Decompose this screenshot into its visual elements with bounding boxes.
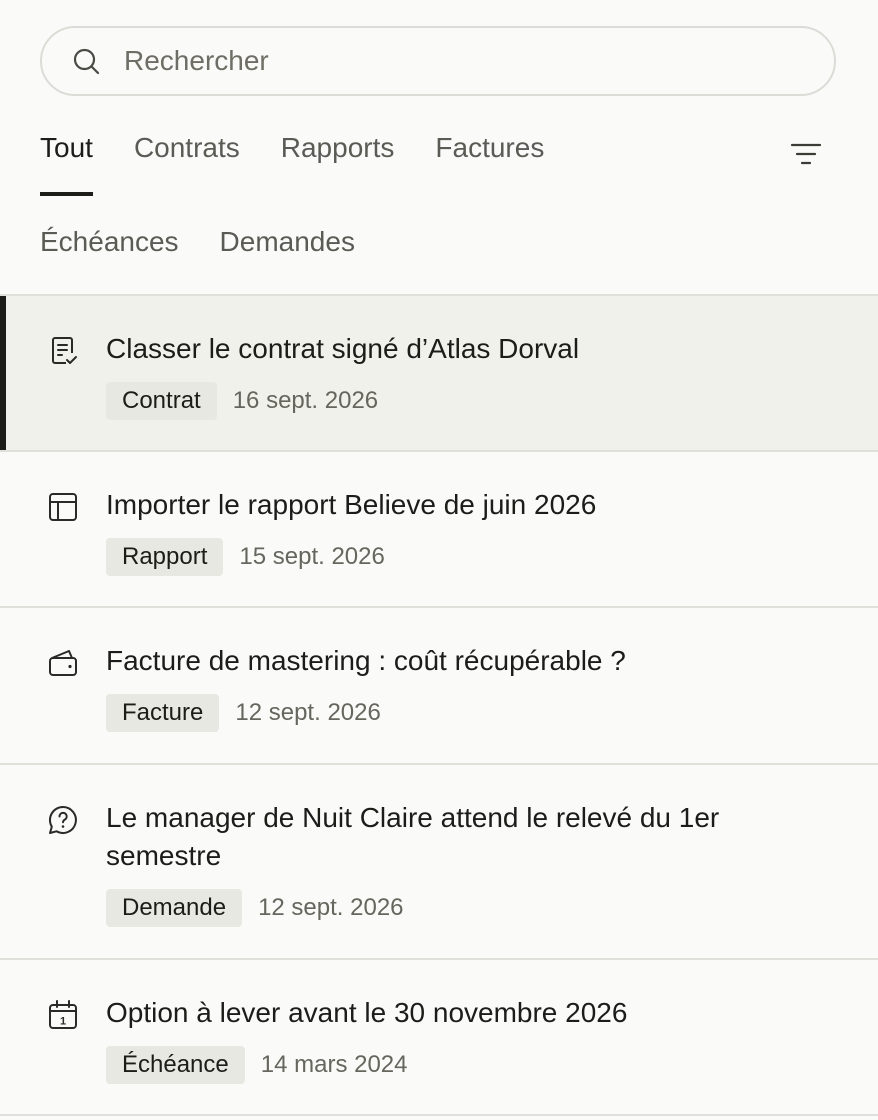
tab-rapports[interactable]: Rapports bbox=[281, 132, 395, 194]
tabs-row-1: Tout Contrats Rapports Factures bbox=[40, 132, 585, 196]
item-title: Option à lever avant le 30 novembre 2026 bbox=[106, 997, 628, 1028]
tab-demandes[interactable]: Demandes bbox=[220, 226, 355, 288]
type-badge: Facture bbox=[106, 694, 220, 732]
item-title: Le manager de Nuit Claire attend le rele… bbox=[106, 802, 720, 871]
tab-tout[interactable]: Tout bbox=[40, 132, 93, 196]
list-item[interactable]: Le manager de Nuit Claire attend le rele… bbox=[0, 765, 878, 960]
search-input[interactable] bbox=[122, 44, 726, 78]
item-title: Classer le contrat signé d’Atlas Dorval bbox=[106, 333, 580, 364]
list-item[interactable]: Importer le rapport Believe de juin 2026… bbox=[0, 452, 878, 608]
svg-text:1: 1 bbox=[60, 1016, 66, 1028]
task-list: Classer le contrat signé d’Atlas Dorval … bbox=[0, 294, 878, 1116]
list-item[interactable]: 1 Option à lever avant le 30 novembre 20… bbox=[0, 960, 878, 1116]
type-badge: Échéance bbox=[106, 1046, 245, 1084]
calendar-icon: 1 bbox=[49, 1000, 77, 1029]
item-date: 16 sept. 2026 bbox=[232, 387, 379, 414]
tab-echeances[interactable]: Échéances bbox=[40, 226, 179, 288]
type-badge: Rapport bbox=[106, 538, 224, 576]
type-badge: Contrat bbox=[106, 382, 217, 420]
type-badge: Demande bbox=[106, 889, 243, 927]
tabs-row-2: Échéances Demandes bbox=[40, 226, 396, 288]
item-date: 12 sept. 2026 bbox=[235, 699, 381, 726]
search-icon bbox=[73, 48, 100, 75]
tab-factures[interactable]: Factures bbox=[435, 132, 544, 194]
contract-check-icon bbox=[52, 337, 77, 364]
item-date: 15 sept. 2026 bbox=[239, 543, 385, 570]
search-bar[interactable] bbox=[40, 26, 836, 96]
tab-contrats[interactable]: Contrats bbox=[134, 132, 240, 194]
wallet-icon bbox=[49, 650, 77, 676]
filter-icon[interactable] bbox=[786, 138, 826, 170]
item-date: 12 sept. 2026 bbox=[258, 894, 404, 921]
list-item[interactable]: Classer le contrat signé d’Atlas Dorval … bbox=[0, 296, 878, 452]
report-table-icon bbox=[49, 493, 77, 521]
item-date: 14 mars 2024 bbox=[260, 1051, 408, 1078]
question-bubble-icon bbox=[48, 805, 77, 834]
item-title: Importer le rapport Believe de juin 2026 bbox=[106, 489, 597, 520]
list-item[interactable]: Facture de mastering : coût récupérable … bbox=[0, 608, 878, 765]
item-title: Facture de mastering : coût récupérable … bbox=[106, 645, 626, 676]
